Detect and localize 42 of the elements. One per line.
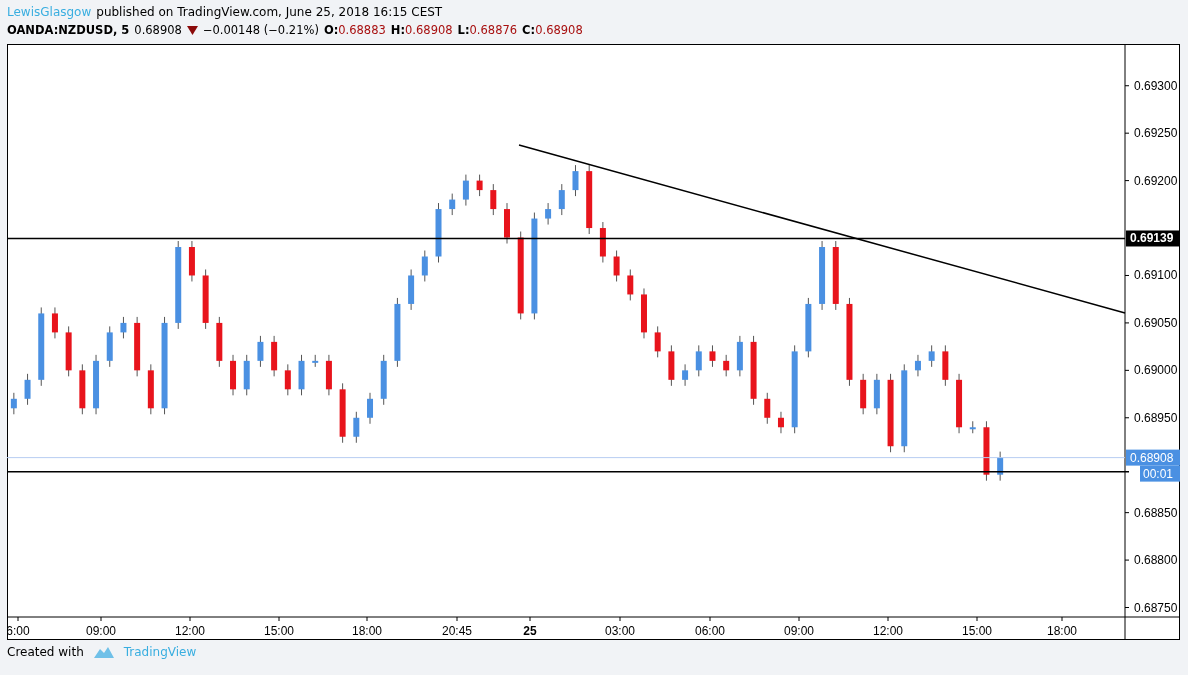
price-axis-label: 0.69250 xyxy=(1134,126,1178,141)
time-axis-label: 18:00 xyxy=(1047,624,1077,638)
ohlc-value: 0.68876 xyxy=(469,23,518,37)
time-axis-label: 20:45 xyxy=(442,624,472,638)
price-axis-label: 0.68950 xyxy=(1134,410,1178,425)
level-price-tag: 0.69139 xyxy=(1126,230,1180,247)
time-axis-label: 09:00 xyxy=(784,624,814,638)
price-axis-label: 0.69200 xyxy=(1134,173,1178,188)
price-axis-label: 0.68800 xyxy=(1134,553,1178,568)
time-axis-label: 25 xyxy=(523,624,537,638)
price-axis-label: 0.69300 xyxy=(1134,78,1178,93)
down-triangle-icon xyxy=(186,25,198,35)
brand-link[interactable]: TradingView xyxy=(123,645,197,659)
price-axis-label: 0.68750 xyxy=(1134,600,1178,615)
time-axis-label: 12:00 xyxy=(873,624,903,638)
price-axis-label: 0.69000 xyxy=(1134,363,1178,378)
time-axis-label: 15:00 xyxy=(264,624,294,638)
created-with-text: Created with xyxy=(7,645,84,659)
ohlc-label: L: xyxy=(457,23,470,37)
ohlc-value: 0.68883 xyxy=(338,23,386,37)
last-price: 0.68908 xyxy=(134,23,182,37)
time-axis-label: 12:00 xyxy=(175,624,205,638)
ohlc-value: 0.68908 xyxy=(405,23,453,37)
support-line[interactable] xyxy=(7,471,1130,473)
ohlc-value: 0.68908 xyxy=(535,23,583,37)
ohlc-label: O: xyxy=(323,23,339,37)
author-link[interactable]: LewisGlasgow xyxy=(7,5,92,19)
time-axis-label: 03:00 xyxy=(605,624,635,638)
time-axis-label: 06:00 xyxy=(695,624,725,638)
trend-line[interactable] xyxy=(518,144,1126,314)
ohlc-label: C: xyxy=(522,23,536,37)
ohlc-label: H: xyxy=(390,23,406,37)
symbol-label: OANDA:NZDUSD, 5 xyxy=(7,23,130,37)
time-axis-label: 15:00 xyxy=(962,624,992,638)
time-axis-label: 18:00 xyxy=(352,624,382,638)
published-text: published on TradingView.com, June 25, 2018 16:15 CEST xyxy=(96,5,443,19)
resistance-line[interactable] xyxy=(7,237,1126,240)
price-axis-label: 0.69100 xyxy=(1134,268,1178,283)
time-axis-label: 09:00 xyxy=(86,624,116,638)
price-axis-label: 0.68850 xyxy=(1134,505,1178,520)
price-change: −0.00148 (−0.21%) xyxy=(202,23,319,37)
price-axis-label: 0.69050 xyxy=(1134,315,1178,330)
